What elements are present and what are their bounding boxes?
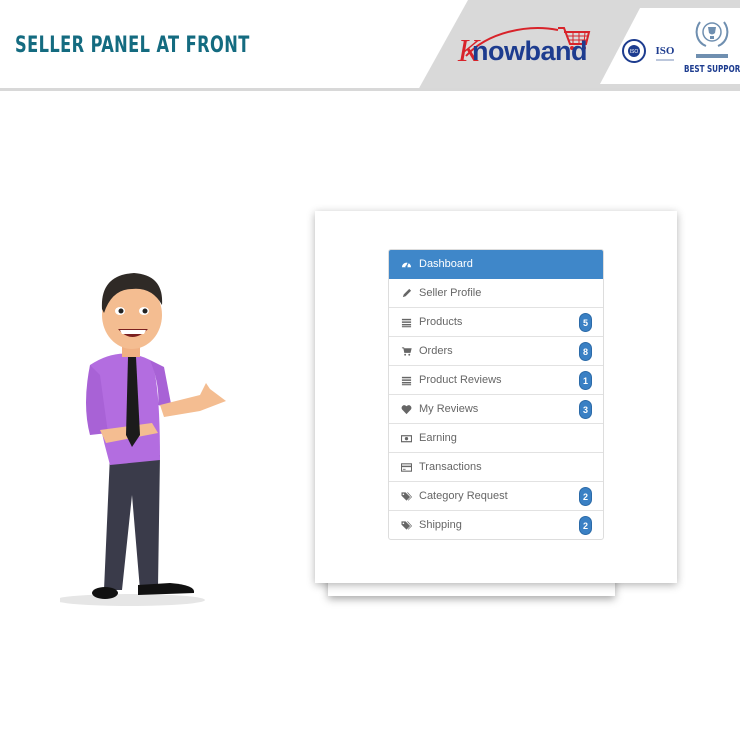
- menu-label: Seller Profile: [419, 287, 482, 299]
- cart-icon: [400, 345, 412, 357]
- svg-text:ISO: ISO: [656, 45, 675, 57]
- trophy-icon: [695, 21, 729, 58]
- count-badge: 1: [580, 372, 591, 389]
- count-badge: 5: [580, 314, 591, 331]
- banner-header: SELLER PANEL AT FRONT K nowband ISO ISO: [0, 0, 740, 92]
- count-badge: 8: [580, 343, 591, 360]
- credit-card-icon: [400, 461, 412, 473]
- certification-badges: ISO ISO BEST SUPPORT: [620, 10, 740, 80]
- menu-item-category-request[interactable]: Category Request 2: [389, 482, 603, 511]
- list-icon: [400, 374, 412, 386]
- seller-menu: Dashboard Seller Profile Products 5 Orde…: [388, 249, 604, 540]
- menu-item-dashboard[interactable]: Dashboard: [389, 250, 603, 279]
- menu-item-product-reviews[interactable]: Product Reviews 1: [389, 366, 603, 395]
- trousers: [104, 455, 160, 590]
- best-support-label: BEST SUPPORT: [684, 64, 740, 75]
- count-badge: 2: [580, 517, 591, 534]
- menu-label: Dashboard: [419, 258, 473, 270]
- menu-label: My Reviews: [419, 403, 479, 415]
- menu-item-my-reviews[interactable]: My Reviews 3: [389, 395, 603, 424]
- logo-wordmark: nowband: [472, 36, 587, 66]
- pencil-icon: [400, 287, 412, 299]
- menu-label: Earning: [419, 432, 457, 444]
- menu-label: Shipping: [419, 519, 462, 531]
- menu-item-products[interactable]: Products 5: [389, 308, 603, 337]
- count-badge: 2: [580, 488, 591, 505]
- dashboard-icon: [400, 258, 412, 270]
- menu-item-shipping[interactable]: Shipping 2: [389, 511, 603, 539]
- menu-item-seller-profile[interactable]: Seller Profile: [389, 279, 603, 308]
- menu-label: Orders: [419, 345, 453, 357]
- left-shoe: [92, 587, 118, 599]
- knowband-logo: K nowband: [458, 22, 600, 74]
- svg-text:ISO: ISO: [630, 49, 639, 55]
- menu-label: Transactions: [419, 461, 482, 473]
- page-title: SELLER PANEL AT FRONT: [15, 33, 250, 58]
- menu-label: Product Reviews: [419, 374, 502, 386]
- menu-label: Products: [419, 316, 463, 328]
- iso-logo-icon: ISO: [656, 45, 675, 61]
- menu-item-earning[interactable]: Earning: [389, 424, 603, 453]
- menu-label: Category Request: [419, 490, 508, 502]
- iso-seal-icon: ISO: [622, 39, 646, 63]
- menu-item-orders[interactable]: Orders 8: [389, 337, 603, 366]
- shadow: [60, 594, 205, 606]
- right-shoe: [138, 583, 195, 595]
- menu-item-transactions[interactable]: Transactions: [389, 453, 603, 482]
- tags-icon: [400, 490, 412, 502]
- count-badge: 3: [580, 401, 591, 418]
- tags-icon: [400, 519, 412, 531]
- money-icon: [400, 432, 412, 444]
- presenter-illustration: [60, 273, 226, 606]
- heart-icon: [400, 403, 412, 415]
- header-divider: [0, 88, 740, 91]
- list-icon: [400, 316, 412, 328]
